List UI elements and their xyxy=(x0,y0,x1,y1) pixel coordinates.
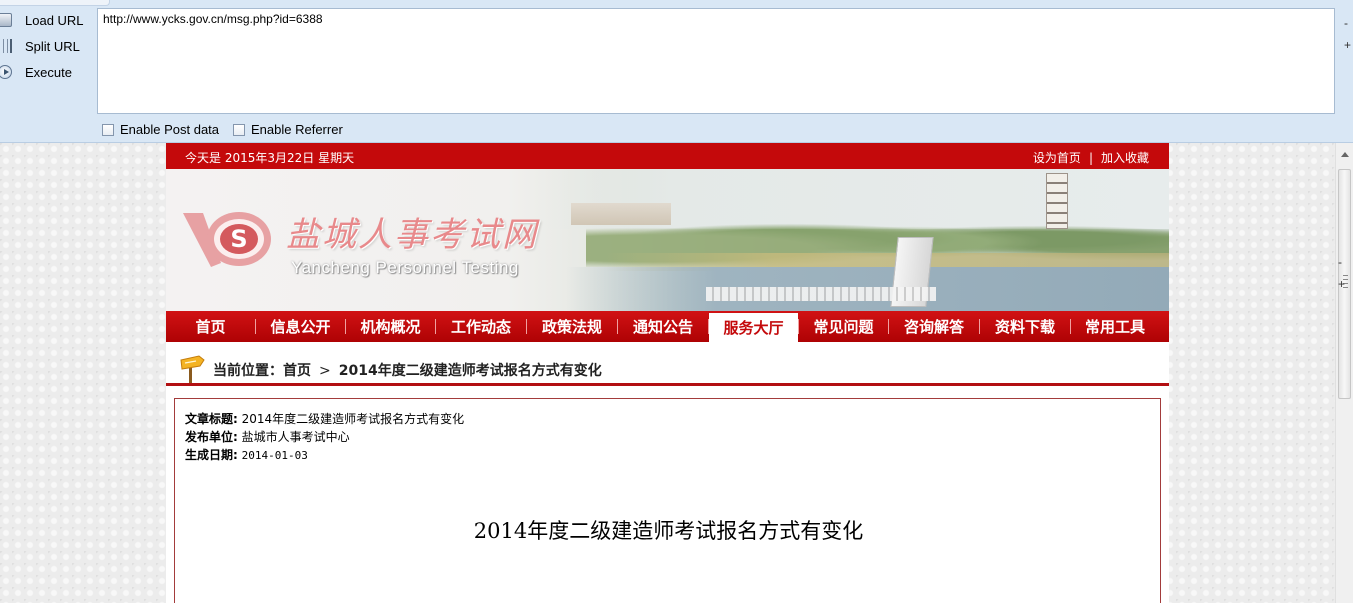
meta-publisher-row: 发布单位: 盐城市人事考试中心 xyxy=(185,428,350,445)
split-url-button[interactable]: Split URL xyxy=(0,35,80,57)
article-heading: 2014年度二级建造师考试报名方式有变化 xyxy=(473,519,864,543)
enable-post-checkbox[interactable]: Enable Post data xyxy=(102,122,219,137)
article-panel: 文章标题: 2014年度二级建造师考试报名方式有变化 发布单位: 盐城市人事考试… xyxy=(174,398,1161,603)
nav-downloads[interactable]: 资料下载 xyxy=(980,311,1070,342)
breadcrumb-text: 当前位置：首页 >2014年度二级建造师考试报名方式有变化 xyxy=(213,360,602,380)
hackbar-toolbar: Load URL Split URL Execute http://www.yc… xyxy=(0,0,1353,143)
svg-text:S: S xyxy=(230,225,247,253)
execute-button[interactable]: Execute xyxy=(0,61,72,83)
site-subtitle: Yancheng Personnel Testing xyxy=(291,258,519,277)
nav-faq[interactable]: 常见问题 xyxy=(799,311,888,342)
meta-date-label: 生成日期: xyxy=(185,448,238,462)
url-value: http://www.ycks.gov.cn/msg.php?id=6388 xyxy=(103,12,323,26)
enable-referrer-checkbox[interactable]: Enable Referrer xyxy=(233,122,343,137)
signpost-icon xyxy=(180,355,205,383)
checkbox-box[interactable] xyxy=(233,123,245,136)
load-url-label: Load URL xyxy=(25,12,84,28)
enable-referrer-label: Enable Referrer xyxy=(251,122,343,137)
site-top-bar: 今天是 2015年3月22日 星期天 设为首页 | 加入收藏 xyxy=(166,143,1169,169)
top-links: 设为首页 | 加入收藏 xyxy=(1033,149,1149,166)
meta-publisher-label: 发布单位: xyxy=(185,430,238,444)
url-textarea[interactable]: http://www.ycks.gov.cn/msg.php?id=6388 xyxy=(97,8,1335,114)
vertical-scrollbar[interactable]: - + xyxy=(1335,143,1353,603)
meta-title-row: 文章标题: 2014年度二级建造师考试报名方式有变化 xyxy=(185,410,464,427)
collapse-mark[interactable]: - xyxy=(1344,16,1348,30)
scroll-up-arrow-icon[interactable] xyxy=(1341,152,1349,157)
meta-date-row: 生成日期: 2014-01-03 xyxy=(185,446,308,463)
banner-pagoda xyxy=(1046,173,1068,229)
load-url-button[interactable]: Load URL xyxy=(0,9,84,31)
meta-date-value: 2014-01-03 xyxy=(241,449,308,462)
breadcrumb: 当前位置：首页 >2014年度二级建造师考试报名方式有变化 xyxy=(166,352,1169,386)
site-title: 盐城人事考试网 xyxy=(286,215,538,255)
breadcrumb-separator: > xyxy=(319,363,331,379)
breadcrumb-current: 2014年度二级建造师考试报名方式有变化 xyxy=(338,363,602,379)
link-separator: | xyxy=(1088,151,1093,165)
nav-home[interactable]: 首页 xyxy=(166,311,255,342)
collapse-mark: - xyxy=(1338,255,1342,269)
set-home-link[interactable]: 设为首页 xyxy=(1033,151,1081,165)
meta-publisher-value: 盐城市人事考试中心 xyxy=(241,430,350,444)
today-date: 今天是 2015年3月22日 星期天 xyxy=(185,151,355,165)
add-favorite-link[interactable]: 加入收藏 xyxy=(1101,151,1149,165)
expand-mark[interactable]: + xyxy=(1344,38,1351,52)
meta-title-label: 文章标题: xyxy=(185,412,238,426)
split-url-icon xyxy=(0,39,12,53)
nav-news[interactable]: 工作动态 xyxy=(436,311,526,342)
nav-about[interactable]: 机构概况 xyxy=(346,311,435,342)
nav-service-hall[interactable]: 服务大厅 xyxy=(709,313,798,342)
expand-mark: + xyxy=(1338,277,1346,291)
nav-consult[interactable]: 咨询解答 xyxy=(889,311,979,342)
meta-title-value: 2014年度二级建造师考试报名方式有变化 xyxy=(241,412,465,426)
execute-label: Execute xyxy=(25,64,72,80)
nav-policies[interactable]: 政策法规 xyxy=(527,311,617,342)
website-container: 今天是 2015年3月22日 星期天 设为首页 | 加入收藏 S 盐城人事考试网 Y… xyxy=(166,143,1169,603)
breadcrumb-prefix[interactable]: 当前位置：首页 xyxy=(213,363,311,379)
site-banner: S 盐城人事考试网 Yancheng Personnel Testing xyxy=(166,169,1169,311)
grip-line xyxy=(1343,275,1348,276)
nav-info-public[interactable]: 信息公开 xyxy=(256,311,345,342)
banner-railing xyxy=(706,287,936,301)
load-url-icon xyxy=(0,13,12,27)
checkbox-box[interactable] xyxy=(102,123,114,136)
nav-tools[interactable]: 常用工具 xyxy=(1071,311,1159,342)
toolbar-top-strip xyxy=(0,0,110,6)
site-logo-icon[interactable]: S xyxy=(181,205,276,275)
split-url-label: Split URL xyxy=(25,38,80,54)
play-icon xyxy=(0,65,12,79)
enable-post-label: Enable Post data xyxy=(120,122,220,137)
main-nav: 首页 信息公开 机构概况 工作动态 政策法规 通知公告 服务大厅 常见问题 咨询… xyxy=(166,311,1169,342)
nav-notices[interactable]: 通知公告 xyxy=(618,311,708,342)
